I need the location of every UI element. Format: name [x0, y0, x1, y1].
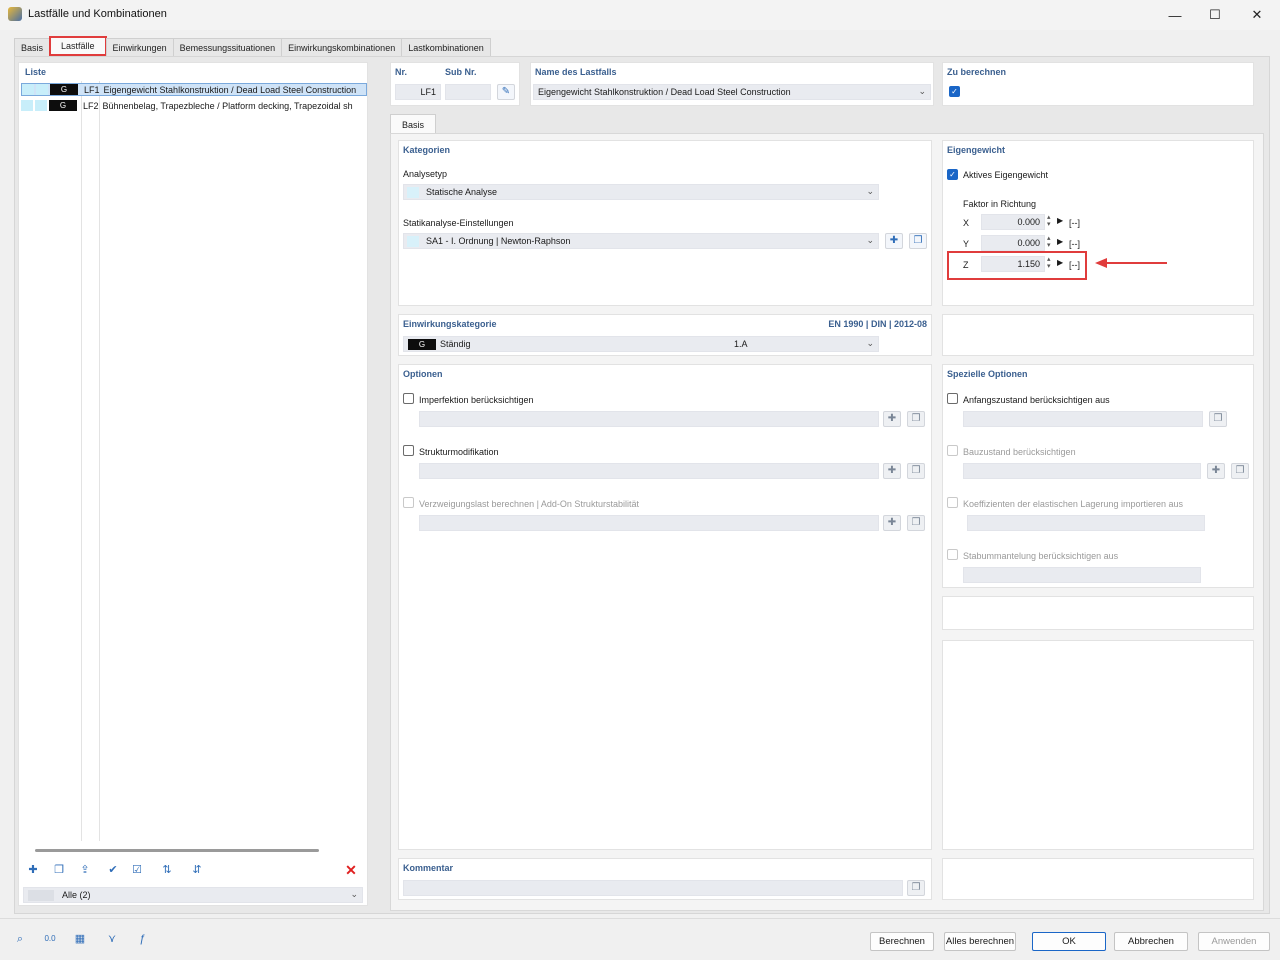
spinner-icon[interactable]: ▴ ▾	[1047, 214, 1051, 228]
red-arrow-icon	[1095, 258, 1167, 268]
window-title: Lastfälle und Kombinationen	[28, 8, 167, 20]
list-item[interactable]: G LF2 Bühnenbelag, Trapezbleche / Platfo…	[21, 99, 367, 112]
title-bar: Lastfälle und Kombinationen — ☐ ✕	[0, 0, 1280, 30]
imperfection-select[interactable]	[419, 411, 879, 427]
member-encasement-checkbox[interactable]	[947, 549, 958, 560]
nr-panel: Nr. Sub Nr. LF1 ✎	[390, 62, 520, 106]
sub-nr-field[interactable]	[445, 84, 491, 100]
tab-einwirkungen[interactable]: Einwirkungen	[105, 38, 174, 56]
tab-lastkombinationen[interactable]: Lastkombinationen	[401, 38, 491, 56]
imperfection-checkbox[interactable]	[403, 393, 414, 404]
einwirkung-panel: Einwirkungskategorie EN 1990 | DIN | 201…	[398, 314, 932, 356]
factor-y-input[interactable]: 0.000	[981, 235, 1045, 251]
list-item[interactable]: G LF1 Eigengewicht Stahlkonstruktion / D…	[21, 83, 367, 96]
main-tabs: Basis Lastfälle Einwirkungen Bemessungss…	[14, 36, 491, 56]
buckling-select[interactable]	[419, 515, 879, 531]
chevron-down-icon: ⌄	[866, 235, 874, 245]
arrow-right-icon[interactable]: ▶	[1057, 258, 1063, 267]
list-panel: Liste G LF1 Eigengewicht Stahlkonstrukti…	[18, 62, 368, 906]
sort-icon[interactable]: ⇵	[187, 861, 207, 879]
chevron-down-icon: ⌄	[918, 86, 926, 96]
table-icon[interactable]: ▦	[70, 930, 90, 948]
formula-icon[interactable]: ƒ	[132, 930, 152, 948]
initial-state-select[interactable]	[963, 411, 1203, 427]
close-button[interactable]: ✕	[1234, 0, 1280, 30]
edit-icon[interactable]: ❐	[907, 515, 925, 531]
chevron-down-icon: ⌄	[350, 889, 358, 899]
ok-button[interactable]: OK	[1032, 932, 1106, 951]
app-icon	[8, 7, 22, 21]
horizontal-scrollbar[interactable]	[35, 849, 319, 852]
kategorien-panel: Kategorien Analysetyp Statische Analyse …	[398, 140, 932, 306]
einwirkung-select[interactable]: G Ständig 1.A ⌄	[403, 336, 879, 352]
elastic-bedding-select[interactable]	[967, 515, 1205, 531]
calc-panel: Zu berechnen ✓	[942, 62, 1254, 106]
member-encasement-select[interactable]	[963, 567, 1201, 583]
filter-icon[interactable]: ⋎	[102, 930, 122, 948]
eigengewicht-panel: Eigengewicht ✓ Aktives Eigengewicht Fakt…	[942, 140, 1254, 306]
factor-z-input[interactable]: 1.150	[981, 256, 1045, 272]
new-settings-icon[interactable]: ✚	[885, 233, 903, 249]
initial-state-checkbox[interactable]	[947, 393, 958, 404]
new-icon[interactable]: ✚	[1207, 463, 1225, 479]
uncheck-icon[interactable]: ☑	[127, 861, 147, 879]
copy-icon[interactable]: ❐	[49, 861, 69, 879]
name-panel: Name des Lastfalls Eigengewicht Stahlkon…	[530, 62, 934, 106]
spezielle-panel: Spezielle Optionen Anfangszustand berück…	[942, 364, 1254, 588]
anwenden-button[interactable]: Anwenden	[1198, 932, 1270, 951]
delete-icon[interactable]: ✕	[341, 861, 361, 879]
chevron-down-icon: ⌄	[866, 338, 874, 348]
berechnen-button[interactable]: Berechnen	[870, 932, 934, 951]
elastic-bedding-checkbox[interactable]	[947, 497, 958, 508]
new-icon[interactable]: ✚	[883, 411, 901, 427]
kommentar-panel: Kommentar ❐	[398, 858, 932, 900]
tab-einwirkungskombinationen[interactable]: Einwirkungskombinationen	[281, 38, 403, 56]
tab-sub-basis[interactable]: Basis	[390, 114, 436, 134]
edit-icon[interactable]: ❐	[907, 463, 925, 479]
spinner-icon[interactable]: ▴ ▾	[1047, 235, 1051, 249]
numeric-icon[interactable]: 0.0	[40, 930, 60, 948]
edit-settings-icon[interactable]: ❐	[909, 233, 927, 249]
edit-icon[interactable]: ❐	[1209, 411, 1227, 427]
new-icon[interactable]: ✚	[883, 515, 901, 531]
tab-basis[interactable]: Basis	[14, 38, 51, 56]
filter-select[interactable]: Alle (2) ⌄	[23, 887, 363, 903]
structure-mod-select[interactable]	[419, 463, 879, 479]
comment-input[interactable]	[403, 880, 903, 896]
name-select[interactable]: Eigengewicht Stahlkonstruktion / Dead Lo…	[533, 84, 931, 100]
statikanalyse-select[interactable]: SA1 - I. Ordnung | Newton-Raphson ⌄	[403, 233, 879, 249]
analysetyp-select[interactable]: Statische Analyse ⌄	[403, 184, 879, 200]
optionen-panel: Optionen Imperfektion berücksichtigen ✚ …	[398, 364, 932, 850]
nr-field[interactable]: LF1	[395, 84, 441, 100]
arrow-right-icon[interactable]: ▶	[1057, 237, 1063, 246]
tab-lastfaelle[interactable]: Lastfälle	[49, 36, 107, 56]
active-selfweight-checkbox[interactable]: ✓	[947, 169, 958, 180]
search-icon[interactable]: ⌕	[10, 930, 30, 948]
new-item-icon[interactable]: ✚	[23, 861, 43, 879]
renumber-icon[interactable]: ⇅	[157, 861, 177, 879]
new-icon[interactable]: ✚	[883, 463, 901, 479]
maximize-button[interactable]: ☐	[1192, 0, 1238, 30]
factor-x-input[interactable]: 0.000	[981, 214, 1045, 230]
construction-stage-checkbox[interactable]	[947, 445, 958, 456]
chevron-down-icon: ⌄	[866, 186, 874, 196]
calculate-checkbox[interactable]: ✓	[949, 86, 960, 97]
construction-stage-select[interactable]	[963, 463, 1201, 479]
check-all-icon[interactable]: ✔	[103, 861, 123, 879]
abbrechen-button[interactable]: Abbrechen	[1114, 932, 1188, 951]
structure-mod-checkbox[interactable]	[403, 445, 414, 456]
alles-berechnen-button[interactable]: Alles berechnen	[944, 932, 1016, 951]
list-title: Liste	[25, 67, 47, 77]
spinner-icon[interactable]: ▴ ▾	[1047, 256, 1051, 270]
copy-comment-icon[interactable]: ❐	[907, 880, 925, 896]
export-icon[interactable]: ⇪	[75, 861, 95, 879]
tab-bemessungssituationen[interactable]: Bemessungssituationen	[172, 38, 283, 56]
edit-icon[interactable]: ❐	[907, 411, 925, 427]
edit-icon[interactable]: ❐	[1231, 463, 1249, 479]
arrow-right-icon[interactable]: ▶	[1057, 216, 1063, 225]
buckling-checkbox[interactable]	[403, 497, 414, 508]
edit-icon[interactable]: ✎	[497, 84, 515, 100]
